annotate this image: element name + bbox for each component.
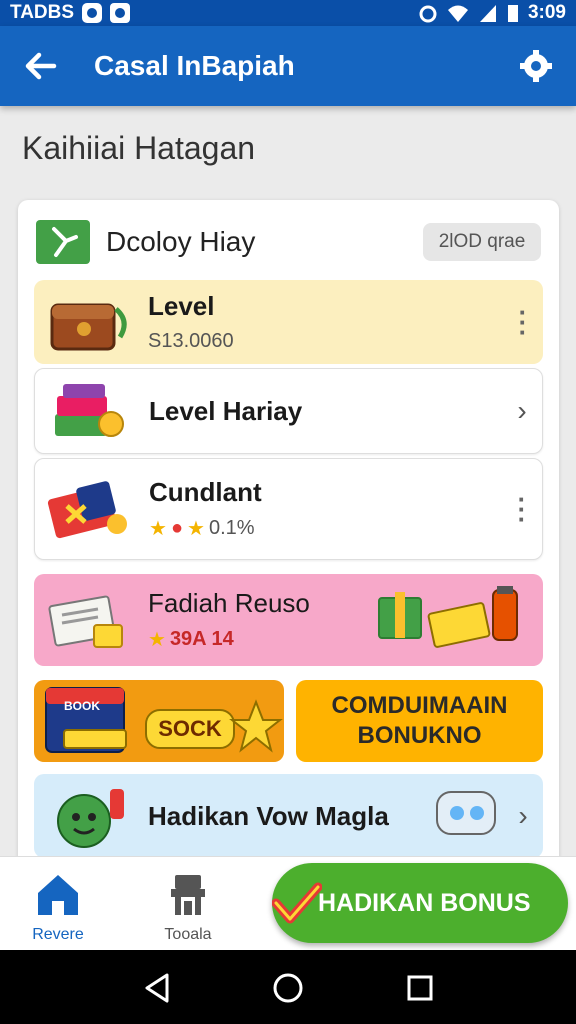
more-vertical-icon[interactable]: · · · bbox=[503, 299, 543, 345]
more-vertical-icon[interactable]: · · · bbox=[502, 486, 542, 532]
list-item-fadiah-reuso[interactable]: Fadiah Reuso ★ 39A 14 bbox=[34, 574, 543, 666]
star-icon: ★ bbox=[149, 518, 167, 540]
system-home-button[interactable] bbox=[266, 966, 310, 1010]
card-pill[interactable]: 2lOD qrae bbox=[423, 223, 541, 261]
rating-text: 0.1% bbox=[208, 517, 255, 539]
promo-bonus-card[interactable]: COMDUIMAAIN BONUKNO bbox=[296, 680, 543, 762]
status-time: 3:09 bbox=[527, 2, 566, 23]
rating-text: 39A 14 bbox=[169, 628, 234, 650]
row-title: Cundlant bbox=[149, 477, 262, 507]
row-subtitle: S13.0060 bbox=[148, 330, 234, 352]
system-recents-button[interactable] bbox=[398, 966, 442, 1010]
back-button[interactable] bbox=[20, 45, 62, 87]
system-nav-bar bbox=[0, 950, 576, 1024]
papers-icon bbox=[48, 595, 123, 648]
section-heading: Kaihiiai Hatagan bbox=[22, 130, 256, 166]
badge-icon: ● bbox=[170, 517, 184, 539]
row-title: Fadiah Reuso bbox=[148, 588, 310, 618]
app-title: Casal InBapiah bbox=[94, 50, 295, 81]
checkmark-icon bbox=[272, 882, 322, 924]
app-bar: Casal InBapiah bbox=[0, 26, 576, 106]
status-bar: TADBS 3:09 bbox=[0, 0, 576, 26]
chevron-right-icon: › bbox=[518, 800, 528, 831]
circle-home-icon bbox=[273, 973, 303, 1003]
star-icon: ★ bbox=[148, 629, 166, 651]
promo-line-1: COMDUIMAAIN bbox=[331, 692, 508, 719]
row-title: Hadikan Vow Magla bbox=[148, 800, 389, 831]
row-title: Level Hariay bbox=[149, 395, 303, 426]
arrow-left-icon bbox=[25, 52, 57, 80]
bottom-nav: Revere Tooala HADIKAN BONUS bbox=[0, 856, 576, 950]
settings-button[interactable] bbox=[516, 46, 556, 86]
rating: ★ 39A 14 bbox=[148, 627, 369, 652]
list-item-cundlant[interactable]: Cundlant ★ ● ★ 0.1% · · · bbox=[34, 458, 543, 560]
square-recents-icon bbox=[407, 975, 433, 1001]
battery-icon bbox=[507, 5, 518, 22]
chevron-right-icon: › bbox=[517, 395, 527, 426]
settings-icon bbox=[520, 50, 552, 82]
ticket-box-icon bbox=[47, 481, 127, 539]
signal-icon bbox=[479, 5, 496, 22]
home-icon bbox=[38, 875, 78, 915]
star-icon: ★ bbox=[187, 518, 205, 540]
alarm-icon bbox=[419, 5, 437, 23]
list-item-level[interactable]: Level S13.0060 · · · bbox=[34, 280, 543, 364]
notification-icon bbox=[82, 3, 103, 23]
bonus-button-label: HADIKAN BONUS bbox=[318, 888, 531, 917]
gift-books-icon bbox=[55, 384, 124, 437]
nav-label: Tooala bbox=[164, 926, 212, 943]
card-header: Dcoloy Hiay 2lOD qrae bbox=[36, 220, 541, 264]
rating: ★ ● ★ 0.1% bbox=[149, 516, 502, 541]
promo-line-2: BONUKNO bbox=[357, 722, 482, 749]
promo-stock-label: SOCK bbox=[158, 716, 222, 741]
list-item-hadikan-vow-magla[interactable]: Hadikan Vow Magla › bbox=[34, 774, 543, 858]
nav-item-tooala[interactable]: Tooala bbox=[138, 871, 238, 944]
wifi-icon bbox=[447, 5, 468, 22]
promo-book-card[interactable]: BOOK SOCK bbox=[34, 680, 284, 762]
calendar-star-icon: BOOK SOCK bbox=[45, 687, 283, 753]
triangle-back-icon bbox=[145, 973, 169, 1003]
shop-icon bbox=[171, 875, 205, 915]
promo-book-label: BOOK bbox=[64, 699, 100, 713]
list-item-level-hariay[interactable]: Level Hariay › bbox=[34, 368, 543, 454]
character-icon bbox=[57, 789, 124, 848]
gift-books-bottle-icon bbox=[378, 586, 518, 648]
speech-bubble-icon bbox=[436, 791, 496, 835]
system-back-button[interactable] bbox=[136, 966, 180, 1010]
bonus-button[interactable]: HADIKAN BONUS bbox=[272, 863, 568, 943]
lock-icon bbox=[110, 3, 131, 23]
app-logo-icon bbox=[36, 220, 90, 264]
status-left-text: TADBS bbox=[10, 2, 75, 23]
nav-item-revere[interactable]: Revere bbox=[8, 871, 108, 944]
card-title: Dcoloy Hiay bbox=[106, 226, 256, 257]
nav-label: Revere bbox=[32, 926, 84, 943]
row-title: Level bbox=[148, 291, 215, 321]
content-card: Dcoloy Hiay 2lOD qrae Level S13.0060 · · ·… bbox=[18, 200, 559, 880]
treasure-chest-icon bbox=[50, 303, 127, 351]
